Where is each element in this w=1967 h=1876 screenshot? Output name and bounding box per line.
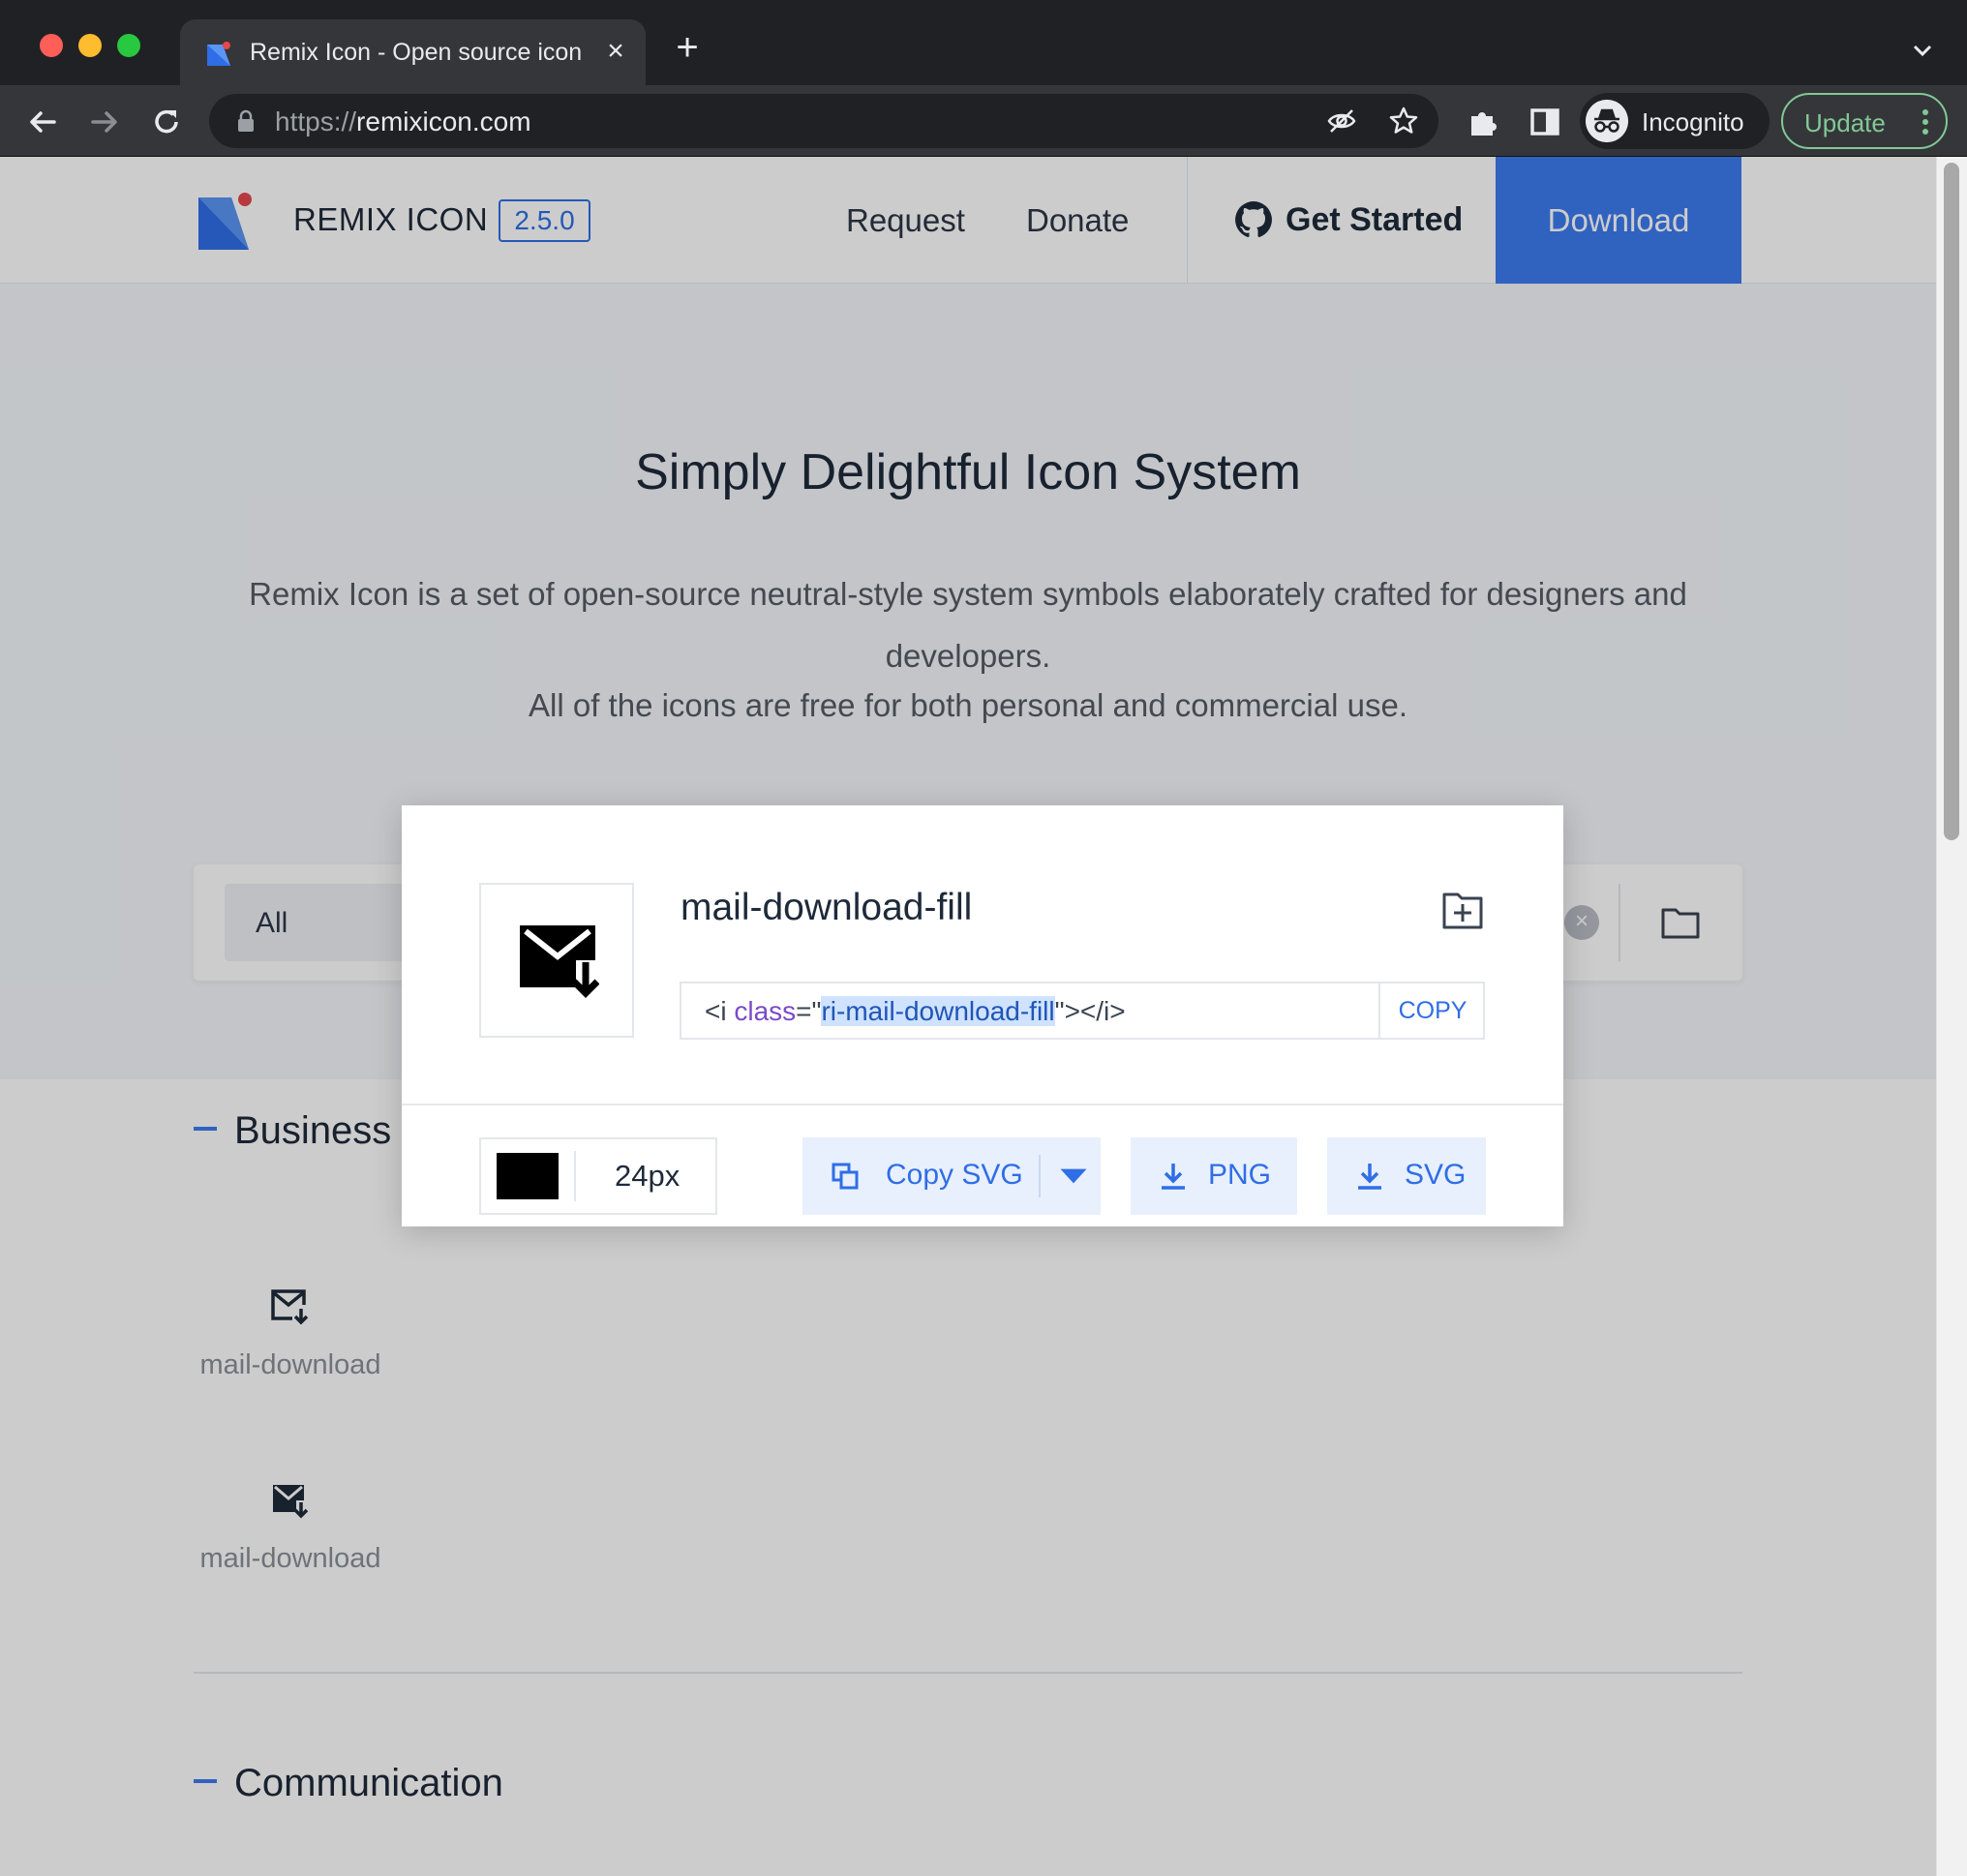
copy-svg-label: Copy SVG: [886, 1159, 1023, 1191]
tab-search-chevron-icon[interactable]: [1905, 33, 1940, 68]
maximize-window-button[interactable]: [117, 34, 140, 57]
page-viewport: REMIX ICON 2.5.0 Request Donate Get Star…: [0, 157, 1936, 1876]
icon-code-field[interactable]: <i class="ri-mail-download-fill"></i> CO…: [680, 982, 1485, 1040]
forward-arrow-icon[interactable]: [85, 103, 124, 141]
modal-icon-name: mail-download-fill: [681, 887, 973, 928]
bookmark-star-icon[interactable]: [1388, 106, 1419, 136]
tab-title: Remix Icon - Open source icon: [250, 39, 583, 66]
color-swatch[interactable]: [497, 1153, 559, 1199]
copy-svg-divider: [1039, 1155, 1041, 1197]
copy-svg-button[interactable]: Copy SVG: [802, 1137, 1101, 1215]
more-vertical-icon[interactable]: [1921, 108, 1930, 136]
download-icon: [1162, 1164, 1185, 1190]
incognito-icon: [1586, 100, 1628, 142]
minimize-window-button[interactable]: [78, 34, 102, 57]
browser-toolbar: https://remixicon.com Incognito Update: [0, 85, 1967, 157]
icon-preview: [479, 883, 634, 1038]
download-svg-button[interactable]: SVG: [1327, 1137, 1486, 1215]
modal-divider: [402, 1104, 1563, 1105]
copy-icon: [832, 1163, 859, 1190]
color-size-divider: [574, 1151, 576, 1201]
download-png-button[interactable]: PNG: [1131, 1137, 1297, 1215]
update-button[interactable]: Update: [1781, 93, 1948, 149]
incognito-label: Incognito: [1642, 107, 1744, 136]
scrollbar-thumb[interactable]: [1944, 163, 1959, 840]
side-panel-icon[interactable]: [1526, 103, 1564, 141]
incognito-profile-button[interactable]: Incognito: [1580, 93, 1770, 149]
eye-off-icon[interactable]: [1326, 106, 1357, 136]
lock-icon: [238, 109, 254, 132]
caret-down-icon[interactable]: [1058, 1161, 1089, 1192]
icon-code-snippet[interactable]: <i class="ri-mail-download-fill"></i>: [705, 996, 1126, 1027]
add-to-collection-folder-icon[interactable]: [1441, 889, 1484, 931]
png-label: PNG: [1208, 1159, 1272, 1191]
update-label: Update: [1804, 108, 1886, 137]
page-scrollbar[interactable]: [1936, 157, 1967, 1876]
browser-titlebar: Remix Icon - Open source icon × +: [0, 0, 1967, 85]
icon-detail-modal: mail-download-fill <i class="ri-mail-dow…: [402, 805, 1563, 1226]
color-size-control: 24px: [479, 1137, 717, 1215]
mail-download-fill-icon: [520, 925, 599, 998]
browser-tab-active[interactable]: Remix Icon - Open source icon ×: [180, 19, 646, 85]
reload-icon[interactable]: [147, 103, 186, 141]
new-tab-button[interactable]: +: [668, 28, 707, 68]
extensions-puzzle-icon[interactable]: [1464, 103, 1502, 141]
svg-label: SVG: [1405, 1159, 1467, 1191]
close-window-button[interactable]: [40, 34, 63, 57]
address-bar[interactable]: https://remixicon.com: [209, 94, 1438, 148]
tab-close-icon[interactable]: ×: [598, 35, 633, 70]
size-value[interactable]: 24px: [615, 1159, 680, 1194]
back-arrow-icon[interactable]: [23, 103, 62, 141]
remixicon-favicon-icon: [207, 42, 230, 66]
url-text: https://remixicon.com: [275, 106, 531, 136]
download-icon: [1358, 1164, 1381, 1190]
copy-code-button[interactable]: COPY: [1378, 983, 1485, 1038]
